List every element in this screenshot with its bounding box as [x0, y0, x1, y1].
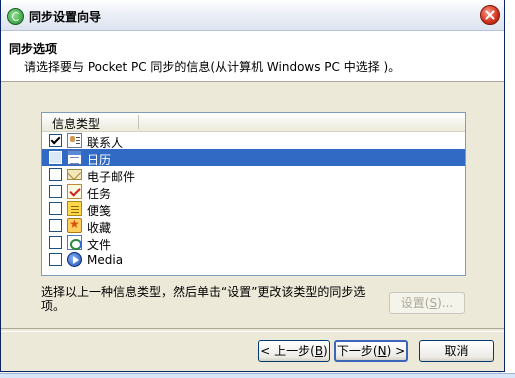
- list-item[interactable]: 电子邮件: [42, 166, 465, 184]
- settings-suffix: ...: [441, 296, 454, 310]
- email-icon: [67, 169, 82, 180]
- settings-label: 设置: [400, 296, 425, 310]
- next-accel: N: [377, 344, 387, 358]
- settings-button[interactable]: 设置(S)...: [389, 292, 465, 314]
- item-checkbox[interactable]: [49, 185, 62, 198]
- item-checkbox[interactable]: [49, 253, 62, 266]
- info-type-list[interactable]: 信息类型 联系人日历电子邮件任务便笺收藏文件Media: [41, 112, 466, 276]
- list-item[interactable]: 收藏: [42, 217, 465, 235]
- back-label: < 上一步: [260, 344, 311, 358]
- header-description: 请选择要与 Pocket PC 同步的信息(从计算机 Windows PC 中选…: [24, 60, 401, 74]
- settings-accel: S: [429, 296, 438, 310]
- tasks-icon: [67, 184, 82, 199]
- list-item[interactable]: 便笺: [42, 200, 465, 218]
- cancel-button[interactable]: 取消: [419, 340, 494, 362]
- cancel-label: 取消: [444, 344, 469, 358]
- close-button[interactable]: [480, 5, 500, 25]
- back-accel: B: [314, 344, 324, 358]
- media-icon: [67, 252, 82, 267]
- item-checkbox[interactable]: [49, 236, 62, 249]
- next-button[interactable]: 下一步(N) >: [334, 340, 408, 362]
- back-button[interactable]: < 上一步(B): [258, 340, 330, 362]
- next-suffix: >: [391, 344, 406, 358]
- background-taskbar: [0, 373, 515, 378]
- item-checkbox[interactable]: [49, 151, 62, 164]
- item-checkbox[interactable]: [49, 168, 62, 181]
- list-item[interactable]: 任务: [42, 183, 465, 201]
- list-item[interactable]: Media: [42, 251, 465, 268]
- button-divider: [1, 328, 504, 332]
- files-icon: [67, 235, 82, 250]
- sync-icon: [7, 8, 24, 25]
- hint-text: 选择以上一种信息类型，然后单击“设置”更改该类型的同步选项。: [41, 285, 366, 313]
- title-bar[interactable]: 同步设置向导: [1, 0, 504, 31]
- list-item[interactable]: 联系人: [42, 132, 465, 150]
- favorites-icon: [67, 217, 82, 233]
- item-checkbox[interactable]: [49, 202, 62, 215]
- notes-icon: [67, 201, 82, 216]
- window-title: 同步设置向导: [29, 10, 102, 24]
- item-checkbox[interactable]: [49, 134, 62, 147]
- item-checkbox[interactable]: [49, 219, 62, 232]
- contacts-icon: [67, 133, 82, 148]
- item-label: Media: [87, 253, 124, 267]
- column-header-label: 信息类型: [52, 117, 101, 131]
- wizard-header: 同步选项 请选择要与 Pocket PC 同步的信息(从计算机 Windows …: [1, 31, 504, 82]
- next-label: 下一步: [336, 344, 373, 358]
- header-title: 同步选项: [9, 42, 58, 56]
- list-item[interactable]: 日历: [42, 149, 465, 167]
- column-header[interactable]: 信息类型: [42, 113, 465, 132]
- calendar-icon: [67, 150, 82, 165]
- sync-wizard-dialog: 同步设置向导 同步选项 请选择要与 Pocket PC 同步的信息(从计算机 W…: [0, 0, 505, 372]
- list-item[interactable]: 文件: [42, 234, 465, 252]
